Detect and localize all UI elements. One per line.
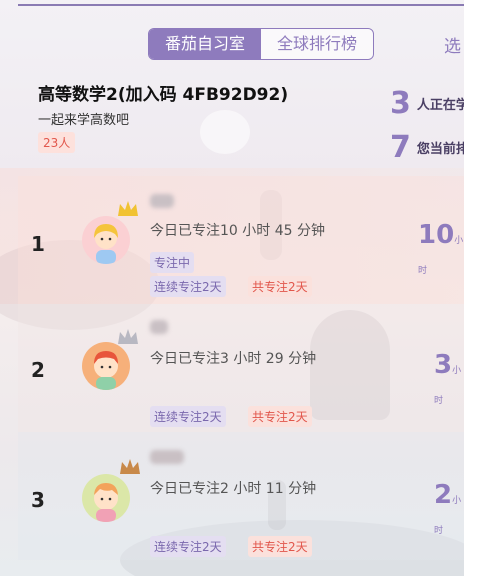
tab-global-ranking[interactable]: 全球排行榜 — [261, 29, 374, 59]
tab-study-room[interactable]: 番茄自习室 — [149, 29, 262, 59]
stat-value: 7 — [390, 130, 411, 165]
member-count-badge: 23人 — [38, 132, 76, 153]
tab-partial-next[interactable]: 选 — [444, 32, 461, 57]
total-hours-number: 3 — [434, 350, 453, 380]
room-title: 高等数学2(加入码 4FB92D92) — [38, 85, 289, 105]
total-hours-value: 10小时 — [418, 220, 464, 280]
status-badge: 专注中 — [150, 252, 195, 273]
avatar-kid-icon — [94, 483, 118, 522]
focus-today-text: 今日已专注3 小时 29 分钟 — [150, 351, 317, 367]
blurred-username — [150, 320, 168, 334]
crown-icon — [118, 201, 138, 216]
streak-badge: 连续专注2天 — [150, 536, 226, 557]
avatar[interactable] — [82, 342, 130, 390]
blurred-username — [150, 194, 174, 208]
streak-badge: 连续专注2天 — [150, 276, 226, 297]
blurred-username — [150, 450, 184, 464]
ranking-row[interactable]: 2 今日已专注3 小时 29 分钟 连续专注2天 共专注2天 3小时 — [18, 304, 464, 432]
avatar[interactable] — [82, 474, 130, 522]
total-days-badge: 共专注2天 — [248, 536, 312, 557]
total-hours-value: 2小时 — [434, 480, 464, 540]
total-hours-value: 3小时 — [434, 350, 464, 410]
avatar[interactable] — [82, 216, 130, 264]
stat-label: 人正在学 — [416, 98, 469, 113]
focus-today-text: 今日已专注10 小时 45 分钟 — [150, 223, 325, 239]
avatar-boy-icon — [94, 351, 118, 390]
crown-icon — [118, 329, 138, 344]
rank-number: 3 — [31, 488, 45, 512]
streak-badge: 连续专注2天 — [150, 406, 226, 427]
stat-current-rank: 7 您当前排 — [390, 130, 469, 165]
room-subtitle: 一起来学高数吧 — [38, 113, 130, 128]
total-days-badge: 共专注2天 — [248, 406, 312, 427]
screen-edge — [464, 0, 480, 576]
total-hours-number: 10 — [418, 220, 455, 250]
rank-number: 1 — [31, 232, 45, 256]
top-divider — [18, 4, 464, 6]
focus-today-text: 今日已专注2 小时 11 分钟 — [150, 481, 317, 497]
ranking-row[interactable]: 3 今日已专注2 小时 11 分钟 连续专注2天 共专注2天 2小时 — [18, 432, 464, 560]
avatar-girl-icon — [94, 224, 118, 264]
ranking-row[interactable]: 1 今日已专注10 小时 45 分钟 专注中 连续专注2天 共专注2天 10小时 — [18, 176, 464, 304]
stat-value: 3 — [390, 86, 411, 121]
stat-studying-now: 3 人正在学 — [390, 86, 469, 121]
tab-bar: 番茄自习室 全球排行榜 — [148, 28, 375, 60]
total-days-badge: 共专注2天 — [248, 276, 312, 297]
crown-icon — [120, 459, 140, 474]
stat-label: 您当前排 — [416, 142, 469, 157]
total-hours-number: 2 — [434, 480, 453, 510]
background-lamp — [200, 110, 250, 154]
rank-number: 2 — [31, 358, 45, 382]
